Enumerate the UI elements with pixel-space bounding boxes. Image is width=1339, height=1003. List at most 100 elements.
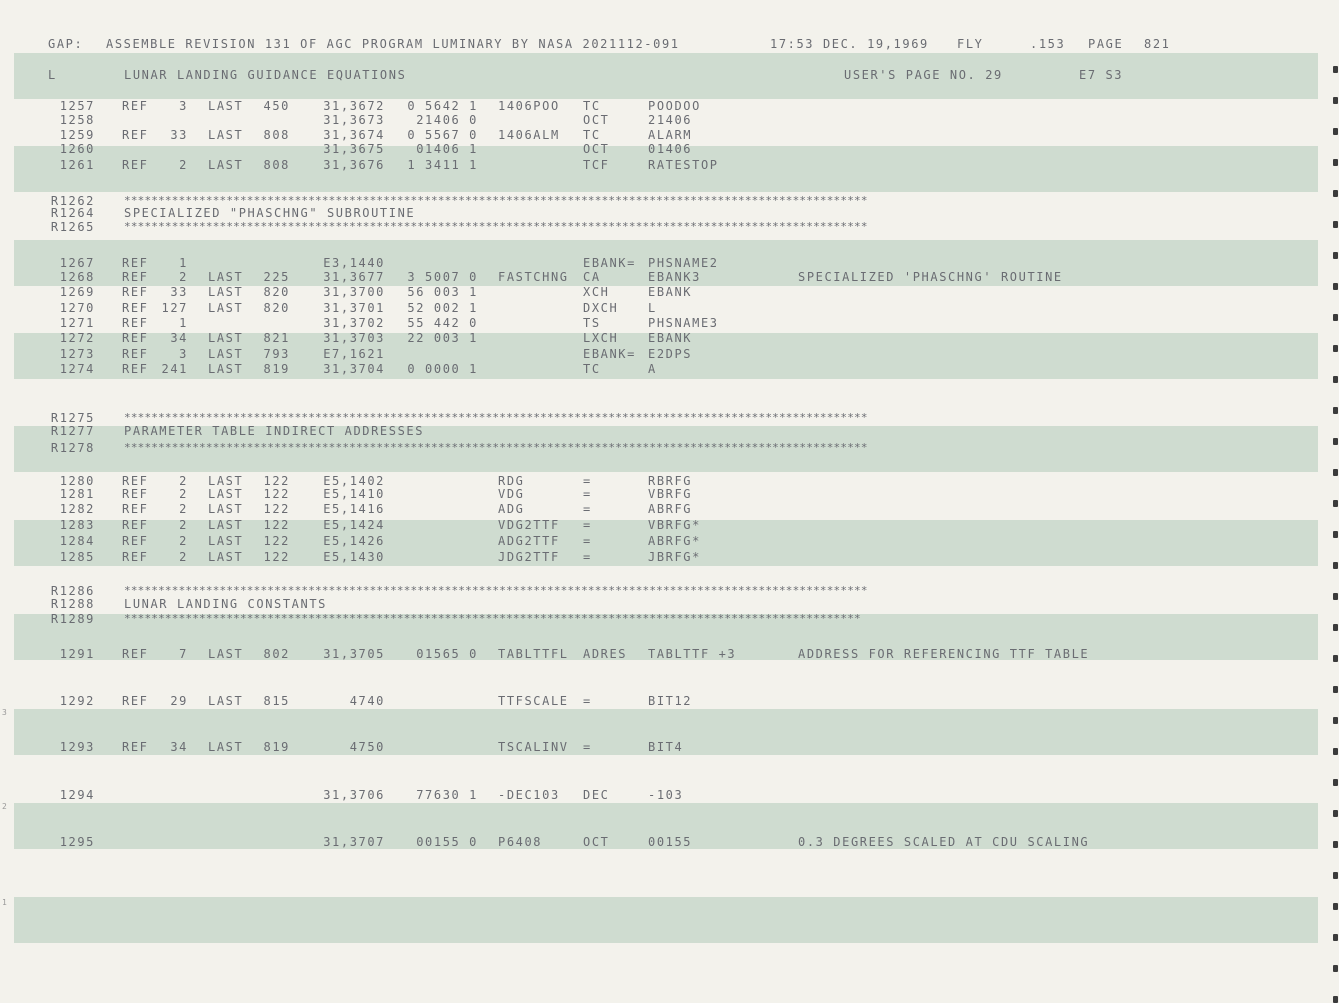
- feed-hole: [1333, 717, 1338, 724]
- cell-last: LAST: [208, 647, 244, 661]
- cell-rn: 33: [170, 128, 188, 142]
- cell-addr: E5,1416: [323, 502, 385, 516]
- cell-ref: REF: [122, 316, 149, 330]
- cell-ln: 820: [263, 285, 290, 299]
- cell-label: JDG2TTF: [498, 550, 560, 564]
- cell-line: R1289: [50, 612, 95, 626]
- cell-line: 1281: [59, 487, 95, 501]
- listing-row: 1261 REF 2 LAST 808 31,3676 1 3411 1 TCF RATESTO…: [0, 158, 1339, 172]
- cell-line: R1265: [50, 220, 95, 234]
- cell-label: FASTCHNG: [498, 270, 569, 284]
- feed-hole: [1333, 779, 1338, 786]
- listing-row: 1281 REF 2 LAST 122 E5,1410 VDG = VBRFG: [0, 487, 1339, 501]
- cell-operand: ABRFG: [648, 502, 693, 516]
- feed-hole: [1333, 934, 1338, 941]
- cell-op: TC: [583, 128, 601, 142]
- cell-addr: 31,3674: [323, 128, 385, 142]
- feed-hole: [1333, 562, 1338, 569]
- asterisk-rule: ****************************************…: [124, 612, 861, 625]
- cell-ref: REF: [122, 347, 149, 361]
- listing-row: 1273 REF 3 LAST 793 E7,1621 EBANK= E2DPS: [0, 347, 1339, 361]
- feed-hole: [1333, 252, 1338, 259]
- cell-op: CA: [583, 270, 601, 284]
- cell-op: LXCH: [583, 331, 619, 345]
- cell-word: 0 5642 1: [407, 99, 478, 113]
- feed-hole: [1333, 872, 1338, 879]
- cell-ln: 793: [263, 347, 290, 361]
- cell-rn: 241: [161, 362, 188, 376]
- asterisk-rule: ****************************************…: [124, 411, 868, 424]
- feed-hole: [1333, 593, 1338, 600]
- cell-label: TTFSCALE: [498, 694, 569, 708]
- listing-row: 1258 31,3673 21406 0 OCT 21406: [0, 113, 1339, 127]
- cell-word: 52 002 1: [407, 301, 478, 315]
- cell-last: LAST: [208, 99, 244, 113]
- feed-hole: [1333, 376, 1338, 383]
- cell-operand: 01406: [648, 142, 693, 156]
- cell-line: 1284: [59, 534, 95, 548]
- cell-ref: REF: [122, 256, 149, 270]
- cell-rn: 1: [179, 256, 188, 270]
- cell-op: TC: [583, 362, 601, 376]
- listing-row: R1278 ***********************************…: [0, 441, 1339, 455]
- cell-ln: 820: [263, 301, 290, 315]
- cell-label: VDG: [498, 487, 525, 501]
- cell-word: 55 442 0: [407, 316, 478, 330]
- cell-rn: 2: [179, 474, 188, 488]
- cell-op: TS: [583, 316, 601, 330]
- feed-hole: [1333, 469, 1338, 476]
- listing-row: R1265 ***********************************…: [0, 220, 1339, 234]
- cell-rn: 3: [179, 347, 188, 361]
- header-time: 17:53 DEC. 19,1969: [770, 37, 929, 51]
- tractor-feed-strip: [1331, 0, 1339, 1003]
- cell-addr: 4750: [349, 740, 385, 754]
- cell-op: EBANK=: [583, 347, 636, 361]
- cell-label: P6408: [498, 835, 543, 849]
- listing-row: 1271 REF 1 31,3702 55 442 0 TS PHSNAME3: [0, 316, 1339, 330]
- listing-row: 1284 REF 2 LAST 122 E5,1426 ADG2TTF = ABRFG*: [0, 534, 1339, 548]
- cell-op: =: [583, 518, 592, 532]
- cell-word: 21406 0: [416, 113, 478, 127]
- cell-ref: REF: [122, 474, 149, 488]
- asterisk-rule: ****************************************…: [124, 584, 868, 597]
- users-page-number: USER'S PAGE NO. 29: [844, 68, 1003, 82]
- cell-line: 1282: [59, 502, 95, 516]
- listing-row: 1282 REF 2 LAST 122 E5,1416 ADG = ABRFG: [0, 502, 1339, 516]
- cell-op: =: [583, 502, 592, 516]
- cell-operand: PHSNAME2: [648, 256, 719, 270]
- cell-line: 1273: [59, 347, 95, 361]
- cell-ref: REF: [122, 694, 149, 708]
- cell-addr: 31,3705: [323, 647, 385, 661]
- cell-operand: EBANK3: [648, 270, 701, 284]
- cell-line: 1258: [59, 113, 95, 127]
- cell-ln: 122: [263, 518, 290, 532]
- feed-hole: [1333, 531, 1338, 538]
- cell-label: TABLTTFL: [498, 647, 569, 661]
- cell-operand: E2DPS: [648, 347, 693, 361]
- header-fly: FLY: [957, 37, 984, 51]
- feed-hole: [1333, 655, 1338, 662]
- cell-line: 1283: [59, 518, 95, 532]
- cell-last: LAST: [208, 502, 244, 516]
- cell-operand: RBRFG: [648, 474, 693, 488]
- cell-line: 1261: [59, 158, 95, 172]
- cell-ref: REF: [122, 487, 149, 501]
- cell-line: 1272: [59, 331, 95, 345]
- cell-line: 1293: [59, 740, 95, 754]
- listing-row: 1295 31,3707 00155 0 P6408 OCT 00155 0.3 DEGRE…: [0, 835, 1339, 849]
- cell-last: LAST: [208, 474, 244, 488]
- cell-last: LAST: [208, 694, 244, 708]
- cell-op: =: [583, 487, 592, 501]
- cell-ref: REF: [122, 502, 149, 516]
- cell-ln: 819: [263, 740, 290, 754]
- cell-line: R1264: [50, 206, 95, 220]
- cell-ref: REF: [122, 158, 149, 172]
- cell-ln: 122: [263, 502, 290, 516]
- cell-line: 1268: [59, 270, 95, 284]
- listing-row: 1269 REF 33 LAST 820 31,3700 56 003 1 XCH EBANK: [0, 285, 1339, 299]
- cell-line: R1278: [50, 441, 95, 455]
- cell-line: 1257: [59, 99, 95, 113]
- cell-addr: 4740: [349, 694, 385, 708]
- cell-ref: REF: [122, 550, 149, 564]
- cell-label: 1406POO: [498, 99, 560, 113]
